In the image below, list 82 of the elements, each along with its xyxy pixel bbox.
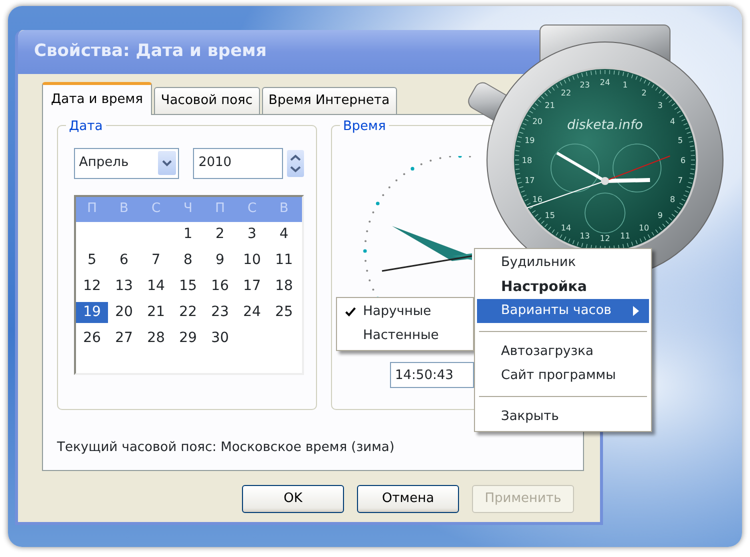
dial-number: 4 bbox=[670, 117, 676, 126]
dial-number: 24 bbox=[600, 78, 610, 87]
menu-item[interactable]: Наручные bbox=[339, 300, 471, 324]
calendar-day[interactable]: 30 bbox=[204, 328, 236, 349]
watch-brand-text: disketa.info bbox=[567, 118, 643, 133]
calendar-day[interactable]: 5 bbox=[76, 250, 108, 271]
dial-number: 6 bbox=[680, 156, 686, 165]
dial-number: 14 bbox=[560, 224, 572, 233]
calendar-day[interactable]: 25 bbox=[268, 302, 300, 323]
calendar-day[interactable]: 7 bbox=[140, 250, 172, 271]
dial-number: 21 bbox=[544, 100, 555, 110]
calendar-day[interactable]: 6 bbox=[108, 250, 140, 271]
month-dropdown[interactable]: Апрель bbox=[74, 148, 180, 178]
calendar-day[interactable]: 3 bbox=[236, 224, 268, 245]
calendar-day[interactable]: 2 bbox=[204, 224, 236, 245]
calendar-day[interactable]: 13 bbox=[108, 276, 140, 297]
dial-number: 23 bbox=[580, 80, 590, 90]
dial-number: 19 bbox=[524, 136, 535, 145]
calendar-day[interactable]: 29 bbox=[172, 328, 204, 349]
calendar-day[interactable]: 4 bbox=[268, 224, 300, 245]
dial-number: 12 bbox=[600, 234, 610, 243]
calendar-day[interactable]: 24 bbox=[236, 302, 268, 323]
menu-item[interactable]: Настройка bbox=[477, 275, 649, 299]
window-title: Свойства: Дата и время bbox=[34, 40, 267, 64]
weekday-label: С bbox=[150, 200, 162, 218]
dialog-button[interactable]: OK bbox=[242, 484, 344, 512]
dialog-button[interactable]: Отмена bbox=[357, 484, 459, 512]
menu-item[interactable]: Сайт программы bbox=[477, 364, 649, 388]
timezone-text: Текущий часовой пояс: Московское время (зима) bbox=[57, 438, 396, 456]
tab[interactable]: Время Интернета bbox=[262, 87, 397, 114]
calendar-day[interactable]: 17 bbox=[236, 276, 268, 297]
dial-number: 9 bbox=[658, 211, 663, 220]
weekday-label: С bbox=[246, 200, 258, 218]
dial-number: 17 bbox=[524, 176, 535, 186]
calendar-day[interactable]: 20 bbox=[108, 302, 140, 323]
menu-item[interactable]: Закрыть bbox=[477, 405, 649, 429]
dial-number: 2 bbox=[641, 88, 647, 98]
weekday-label: П bbox=[86, 200, 98, 218]
calendar-day[interactable]: 15 bbox=[172, 276, 204, 297]
calendar-day[interactable]: 8 bbox=[172, 250, 204, 271]
calendar-day[interactable]: 22 bbox=[172, 302, 204, 323]
calendar-day[interactable]: 28 bbox=[140, 328, 172, 349]
dial-number: 22 bbox=[560, 88, 572, 98]
dial-number: 11 bbox=[620, 231, 630, 240]
menu-item[interactable]: Настенные bbox=[339, 324, 471, 348]
menu-item[interactable]: Варианты часов bbox=[477, 299, 649, 323]
dial-number: 1 bbox=[622, 80, 628, 90]
calendar-day[interactable]: 1 bbox=[172, 224, 204, 245]
menu-item[interactable]: Будильник bbox=[477, 251, 649, 275]
chevron-down-icon bbox=[162, 159, 172, 167]
dial-number: 5 bbox=[678, 136, 683, 145]
calendar-day[interactable]: 18 bbox=[268, 276, 300, 297]
spin-buttons[interactable] bbox=[287, 150, 304, 176]
weekday-label: В bbox=[278, 200, 290, 218]
dial-number: 13 bbox=[580, 231, 590, 240]
calendar-day[interactable]: 23 bbox=[204, 302, 236, 323]
tab[interactable]: Часовой пояс bbox=[154, 87, 260, 114]
dial-number: 8 bbox=[670, 195, 676, 204]
calendar-day[interactable]: 26 bbox=[76, 328, 108, 349]
dial-number: 3 bbox=[658, 100, 663, 110]
calendar-day[interactable]: 11 bbox=[268, 250, 300, 271]
dial-number: 7 bbox=[678, 176, 683, 186]
calendar-day[interactable]: 16 bbox=[204, 276, 236, 297]
weekday-label: Ч bbox=[182, 200, 194, 218]
year-field[interactable]: 2010 bbox=[193, 148, 283, 178]
dial-number: 20 bbox=[532, 117, 543, 126]
weekday-label: В bbox=[118, 200, 130, 218]
menu-item[interactable]: Автозагрузка bbox=[477, 340, 649, 364]
calendar-day[interactable]: 14 bbox=[140, 276, 172, 297]
calendar-day[interactable]: 10 bbox=[236, 250, 268, 271]
dial-number: 16 bbox=[532, 195, 543, 204]
calendar-day[interactable]: 21 bbox=[140, 302, 172, 323]
calendar-day[interactable]: 12 bbox=[76, 276, 108, 297]
calendar-day[interactable]: 27 bbox=[108, 328, 140, 349]
time-field[interactable]: 14:50:43 bbox=[390, 362, 474, 388]
calendar-day[interactable]: 9 bbox=[204, 250, 236, 271]
dial-number: 10 bbox=[638, 224, 650, 233]
weekday-label: П bbox=[214, 200, 226, 218]
tab[interactable]: Дата и время bbox=[42, 82, 152, 114]
dial-number: 18 bbox=[522, 156, 532, 165]
calendar-day[interactable]: 19 bbox=[76, 302, 108, 323]
dial-number: 15 bbox=[544, 211, 555, 220]
